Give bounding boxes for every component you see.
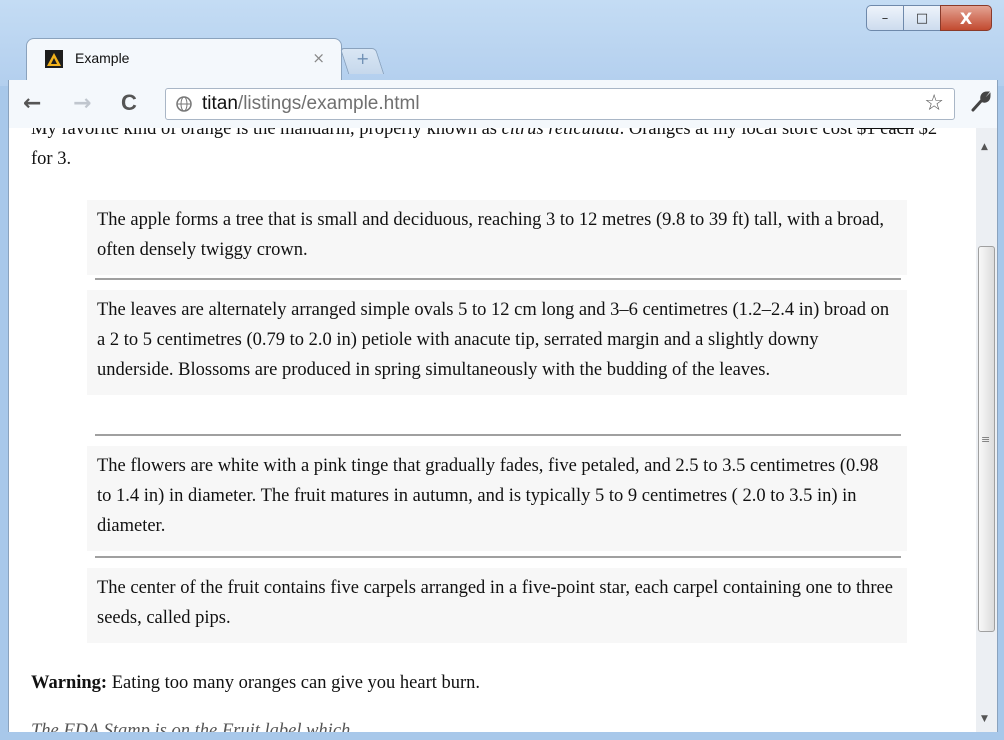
- divider: [95, 278, 901, 280]
- url-host: titan: [202, 93, 238, 114]
- quote-text: The leaves are alternately arranged simp…: [97, 300, 890, 380]
- close-window-button[interactable]: X: [940, 5, 992, 31]
- intro-latin-name: citrus reticulata: [501, 128, 620, 139]
- clipped-paragraph: The FDA Stamp is on the Fruit label whic…: [31, 721, 351, 732]
- new-tab-icon[interactable]: +: [356, 49, 369, 68]
- page-content: My favorite kind of orange is the mandar…: [8, 128, 977, 732]
- quote-text: The center of the fruit contains five ca…: [97, 578, 893, 628]
- window-controls: – □ X: [866, 5, 992, 31]
- intro-text: My favorite kind of orange is the mandar…: [31, 128, 497, 139]
- browser-window: – □ X Example × + ← → C titan/listings/e…: [0, 0, 1004, 740]
- minimize-button[interactable]: –: [866, 5, 904, 31]
- divider: [95, 556, 901, 558]
- url-path: /listings/example.html: [237, 93, 420, 114]
- warning-text: Eating too many oranges can give you hea…: [107, 673, 481, 693]
- reload-icon[interactable]: C: [121, 90, 137, 116]
- tab-close-icon[interactable]: ×: [312, 49, 325, 67]
- url-text[interactable]: titan/listings/example.html: [202, 93, 420, 115]
- warning-paragraph: Warning: Eating too many oranges can giv…: [31, 668, 480, 698]
- intro-paragraph: My favorite kind of orange is the mandar…: [31, 128, 961, 174]
- vertical-scrollbar[interactable]: ▲ ≡ ▼: [976, 128, 998, 732]
- blockquote-1: The apple forms a tree that is small and…: [87, 200, 907, 275]
- quote-text: The apple forms a tree that is small and…: [97, 210, 885, 260]
- scroll-up-arrow-icon[interactable]: ▲: [981, 142, 988, 152]
- favicon-icon: [45, 50, 63, 68]
- divider: [95, 434, 901, 436]
- grip-icon: ≡: [981, 433, 991, 446]
- tab-example[interactable]: Example ×: [26, 38, 342, 80]
- back-arrow-icon[interactable]: ←: [23, 91, 41, 116]
- blockquote-3: The flowers are white with a pink tinge …: [87, 446, 907, 551]
- scrollbar-thumb[interactable]: ≡: [978, 246, 995, 632]
- intro-text-rest: . Oranges at my local store cost: [619, 128, 853, 139]
- warning-label: Warning:: [31, 673, 108, 693]
- scroll-down-arrow-icon[interactable]: ▼: [981, 714, 988, 724]
- forward-arrow-icon[interactable]: →: [73, 91, 91, 116]
- blockquote-4: The center of the fruit contains five ca…: [87, 568, 907, 643]
- address-bar[interactable]: titan/listings/example.html ☆: [165, 88, 955, 120]
- wrench-icon[interactable]: [969, 90, 991, 114]
- blockquote-2: The leaves are alternately arranged simp…: [87, 290, 907, 395]
- tab-title: Example: [75, 50, 130, 66]
- quote-text: The flowers are white with a pink tinge …: [97, 456, 879, 536]
- globe-icon: [176, 96, 192, 112]
- maximize-button[interactable]: □: [903, 5, 941, 31]
- toolbar: ← → C titan/listings/example.html ☆: [8, 80, 998, 128]
- old-price: $1 each: [856, 128, 914, 139]
- bookmark-star-icon[interactable]: ☆: [924, 91, 944, 116]
